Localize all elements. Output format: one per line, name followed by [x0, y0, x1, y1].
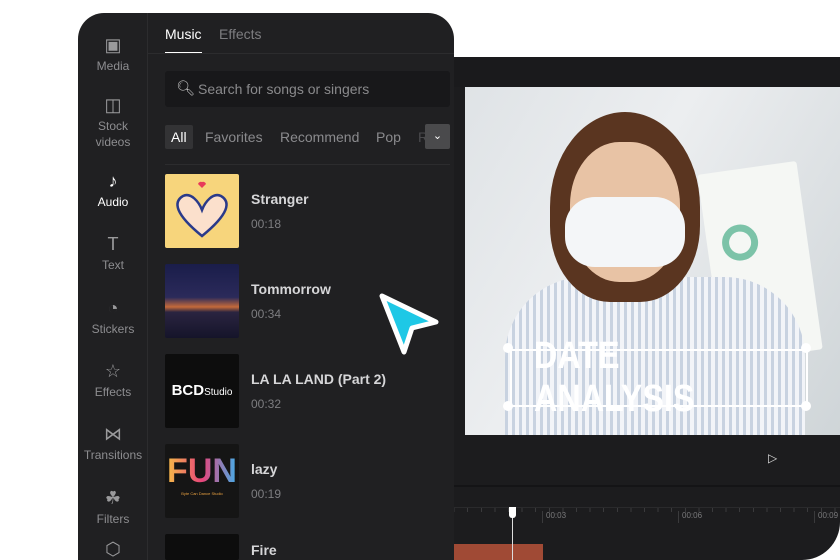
resize-handle[interactable]: [801, 401, 811, 411]
sidebar-item-stickers[interactable]: ◔ Stickers: [78, 298, 148, 337]
song-duration: 00:18: [251, 217, 282, 231]
divider: [148, 53, 454, 54]
audio-clip[interactable]: [444, 544, 543, 560]
sidebar-item-label: Stickers: [91, 322, 135, 336]
effects-icon: ☆: [104, 361, 122, 381]
audio-icon: ♪: [108, 171, 118, 191]
thumb-logo-text: Byte Can Dance Studio: [181, 491, 223, 496]
sidebar-item-audio[interactable]: ♪ Audio: [78, 171, 148, 210]
playhead[interactable]: [509, 507, 516, 560]
song-item[interactable]: Fire: [165, 534, 450, 560]
sidebar-item-filters[interactable]: ☘ Filters: [78, 488, 148, 527]
face-mask: [565, 197, 685, 267]
divider: [165, 164, 450, 165]
tab-music[interactable]: Music: [165, 26, 202, 53]
song-thumbnail: FUN Byte Can Dance Studio: [165, 444, 239, 518]
song-thumbnail: [165, 264, 239, 338]
transitions-icon: ⋈: [104, 424, 122, 444]
play-icon[interactable]: ▷: [768, 451, 777, 465]
resize-handle[interactable]: [503, 343, 513, 353]
chip-recommend[interactable]: Recommend: [280, 125, 359, 149]
sidebar-item-stock-videos[interactable]: ◫ Stock videos: [78, 95, 148, 150]
text-overlay-label: DATE ANALYSIS: [534, 335, 695, 420]
filters-icon: ☘: [104, 488, 122, 508]
thumb-logo-text: BCD: [171, 382, 205, 399]
search-input[interactable]: 🔍︎ Search for songs or singers: [165, 71, 450, 107]
song-duration: 00:32: [251, 397, 282, 411]
timeline-tick: 00:06: [678, 511, 702, 523]
resize-handle[interactable]: [801, 343, 811, 353]
stock-videos-icon: ◫: [104, 95, 122, 115]
chevron-down-icon[interactable]: ⌄: [425, 124, 450, 149]
song-title: LA LA LAND (Part 2): [251, 371, 387, 387]
song-title: lazy: [251, 461, 278, 477]
song-duration: 00:19: [251, 487, 282, 501]
thumb-logo-text: FUN: [165, 444, 239, 491]
text-icon: T: [107, 234, 119, 254]
sidebar: ▣ Media ◫ Stock videos ♪ Audio T Text ◔ Stick…: [78, 13, 148, 560]
sidebar-item-label: Stock videos: [95, 119, 131, 149]
search-placeholder: Search for songs or singers: [198, 81, 370, 97]
sidebar-item-transitions[interactable]: ⋈ Transitions: [78, 424, 148, 463]
song-thumbnail: BCDStudio: [165, 354, 239, 428]
playback-bar: ▷: [440, 441, 840, 487]
timeline-ruler[interactable]: 00:03 00:06 00:09: [440, 507, 840, 527]
timeline-tick: 00:03: [542, 511, 566, 523]
song-item[interactable]: BCDStudio LA LA LAND (Part 2) 00:32: [165, 354, 450, 428]
chip-all[interactable]: All: [165, 125, 193, 149]
thumb-logo-text: Studio: [204, 387, 233, 398]
chip-favorites[interactable]: Favorites: [205, 125, 263, 149]
sidebar-item-text[interactable]: T Text: [78, 234, 148, 273]
stickers-icon: ◔: [107, 298, 119, 318]
tab-effects[interactable]: Effects: [219, 26, 262, 52]
song-duration: 00:34: [251, 307, 282, 321]
song-title: Fire: [251, 542, 277, 558]
assets-panel: ▣ Media ◫ Stock videos ♪ Audio T Text ◔ Stick…: [78, 13, 454, 560]
resize-handle[interactable]: [503, 401, 513, 411]
song-title: Tommorrow: [251, 281, 331, 297]
song-item[interactable]: Stranger 00:18: [165, 174, 450, 248]
search-icon: 🔍︎: [176, 80, 196, 97]
box-icon: ⬡: [105, 539, 121, 559]
sidebar-item-label: Media: [96, 59, 130, 73]
media-icon: ▣: [104, 35, 122, 55]
timeline-tick: 00:09: [814, 511, 838, 523]
cursor-pointer-icon: [379, 293, 439, 355]
chip-pop[interactable]: Pop: [376, 125, 401, 149]
song-title: Stranger: [251, 191, 309, 207]
sidebar-item-label: Transitions: [83, 448, 143, 462]
sidebar-item-media[interactable]: ▣ Media: [78, 35, 148, 74]
video-preview[interactable]: DATE ANALYSIS: [465, 87, 840, 435]
editor-topbar: [440, 57, 840, 87]
song-thumbnail: [165, 534, 239, 560]
sidebar-item-label: Effects: [94, 385, 132, 399]
editor-preview: DATE ANALYSIS ▷ 00:03 00:06 00:09: [440, 57, 840, 560]
category-filters: All Favorites Recommend Pop R: [165, 125, 450, 149]
sidebar-item-label: Filters: [96, 512, 130, 526]
song-thumbnail: [165, 174, 239, 248]
sidebar-item-label: Text: [101, 258, 124, 272]
song-item[interactable]: FUN Byte Can Dance Studio lazy 00:19: [165, 444, 450, 518]
sidebar-item-label: Audio: [97, 195, 129, 209]
text-overlay[interactable]: DATE ANALYSIS: [510, 335, 808, 420]
sidebar-item-effects[interactable]: ☆ Effects: [78, 361, 148, 400]
sidebar-item-more[interactable]: ⬡: [78, 539, 148, 559]
